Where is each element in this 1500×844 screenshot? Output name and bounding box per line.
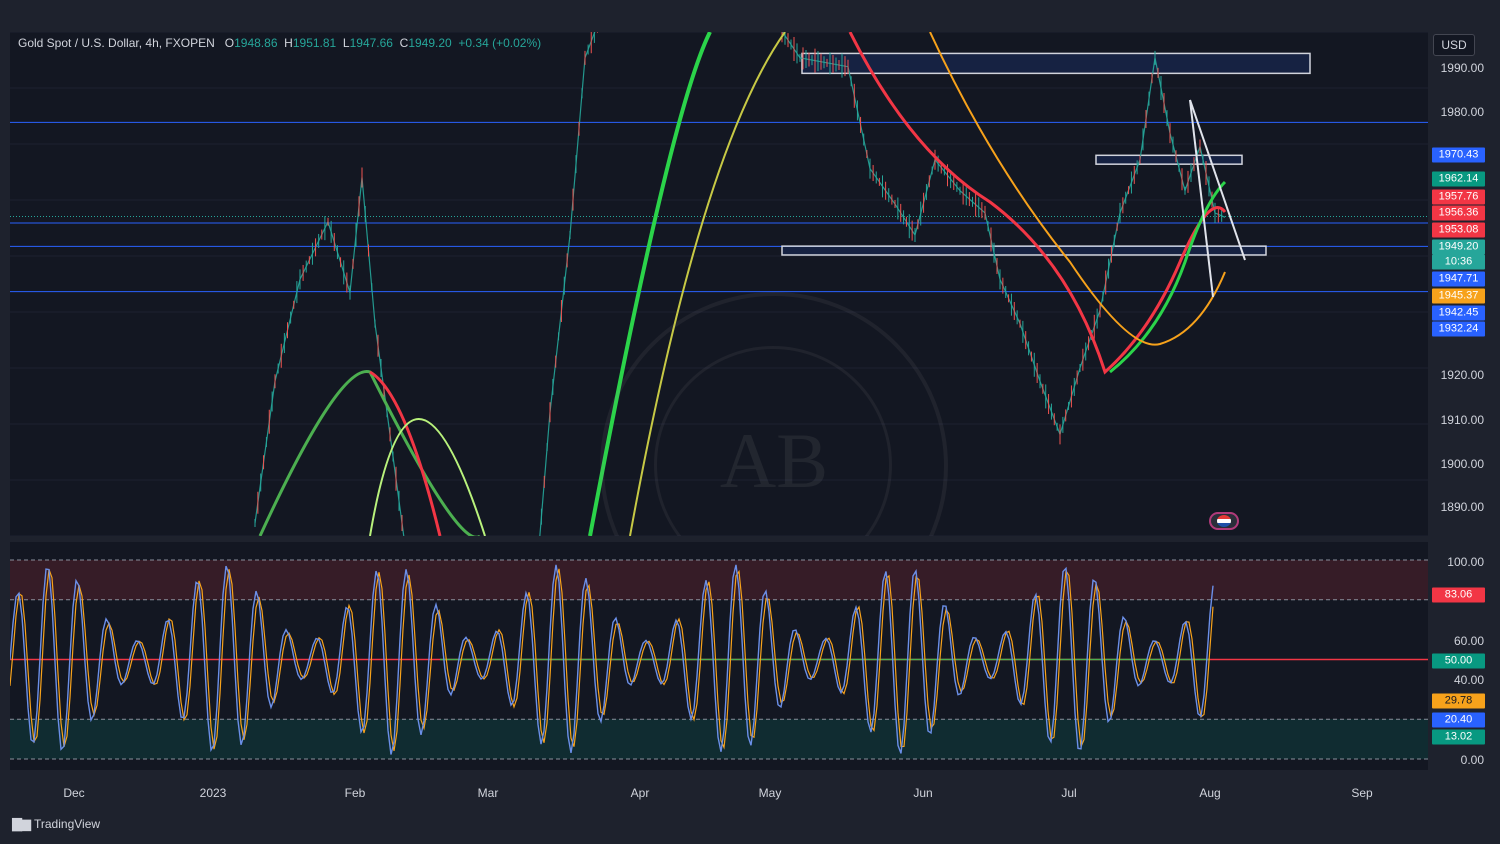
time-label-jun: Jun [913, 786, 933, 800]
price-tag-1947: 1947.71 [1432, 271, 1485, 287]
price-tick: 1900.00 [1440, 457, 1484, 471]
close-value: 1949.20 [408, 36, 452, 50]
time-label-2023: 2023 [199, 786, 227, 800]
trendline [1189, 99, 1214, 298]
tradingview-logo[interactable]: ▇▆ TradingView [12, 816, 100, 832]
time-label-feb: Feb [344, 786, 366, 800]
osc-tick: 60.00 [1453, 634, 1484, 648]
ma-orange [929, 32, 1226, 346]
price-tick: 1910.00 [1440, 413, 1484, 427]
price-pane[interactable]: AB [10, 32, 1428, 536]
us-flag-icon [1217, 515, 1231, 527]
price-tag-1942: 1942.45 [1432, 305, 1485, 321]
osc-tick: 100.00 [1447, 555, 1484, 569]
price-tag-1970: 1970.43 [1432, 147, 1485, 163]
ma-red [369, 370, 442, 536]
ma-yellow [629, 32, 786, 536]
price-tag-1956: 1956.36 [1432, 205, 1485, 221]
price-tick: 1920.00 [1440, 368, 1484, 382]
high-label: H [284, 36, 293, 50]
osc-tag-13: 13.02 [1432, 729, 1485, 745]
price-tag-1945: 1945.37 [1432, 288, 1485, 304]
supply-demand-zone [781, 245, 1267, 256]
price-chart-canvas[interactable] [10, 32, 1428, 536]
price-tag-1957: 1957.76 [1432, 189, 1485, 205]
ma-red-main [848, 32, 1227, 375]
osc-tick: 40.00 [1453, 673, 1484, 687]
time-label-jul: Jul [1061, 786, 1077, 800]
time-label-dec: Dec [63, 786, 85, 800]
osc-tag-20: 20.40 [1432, 712, 1485, 728]
time-label-may: May [758, 786, 782, 800]
supply-demand-zone [801, 52, 1311, 75]
price-tag-1962: 1962.14 [1432, 171, 1485, 187]
time-label-mar: Mar [477, 786, 499, 800]
price-tick: 1990.00 [1440, 61, 1484, 75]
change-value: +0.34 (+0.02%) [458, 36, 542, 50]
osc-tick: 0.00 [1460, 753, 1484, 767]
open-label: O [224, 36, 235, 50]
tradingview-icon: ▇▆ [12, 816, 31, 831]
ma-green [588, 32, 712, 536]
bar-countdown-tag: 10:36 [1432, 254, 1485, 270]
price-tick: 1980.00 [1440, 105, 1484, 119]
osc-tag-29: 29.78 [1432, 693, 1485, 709]
symbol-name[interactable]: Gold Spot / U.S. Dollar, 4h, FXOPEN [18, 36, 215, 50]
tradingview-logo-text: TradingView [34, 817, 101, 831]
time-label-apr: Apr [630, 786, 650, 800]
low-label: L [342, 36, 350, 50]
supply-demand-zone [1095, 154, 1243, 165]
last-price-tag: 1949.20 [1432, 239, 1485, 255]
high-value: 1951.81 [292, 36, 337, 50]
oscillator-canvas[interactable] [10, 542, 1428, 770]
ma-fast [258, 369, 480, 536]
price-tick: 1890.00 [1440, 500, 1484, 514]
economic-event-marker[interactable] [1209, 512, 1239, 530]
symbol-legend[interactable]: Gold Spot / U.S. Dollar, 4h, FXOPEN O194… [18, 36, 541, 50]
trendline [1189, 99, 1246, 261]
osc-tag-50: 50.00 [1432, 653, 1485, 669]
price-tag-1932: 1932.24 [1432, 321, 1485, 337]
osc-tag-83: 83.06 [1432, 587, 1485, 603]
ma-green-main [1109, 180, 1227, 374]
time-label-sep: Sep [1351, 786, 1373, 800]
oscillator-pane[interactable] [10, 542, 1428, 770]
price-tag-1953: 1953.08 [1432, 222, 1485, 238]
low-value: 1947.66 [349, 36, 393, 50]
open-value: 1948.86 [234, 36, 278, 50]
tradingview-chart: AB Gold Spot / U.S. Dollar, 4h, FXOPEN O… [0, 0, 1500, 844]
time-label-aug: Aug [1199, 786, 1221, 800]
price-trace [254, 32, 1226, 536]
